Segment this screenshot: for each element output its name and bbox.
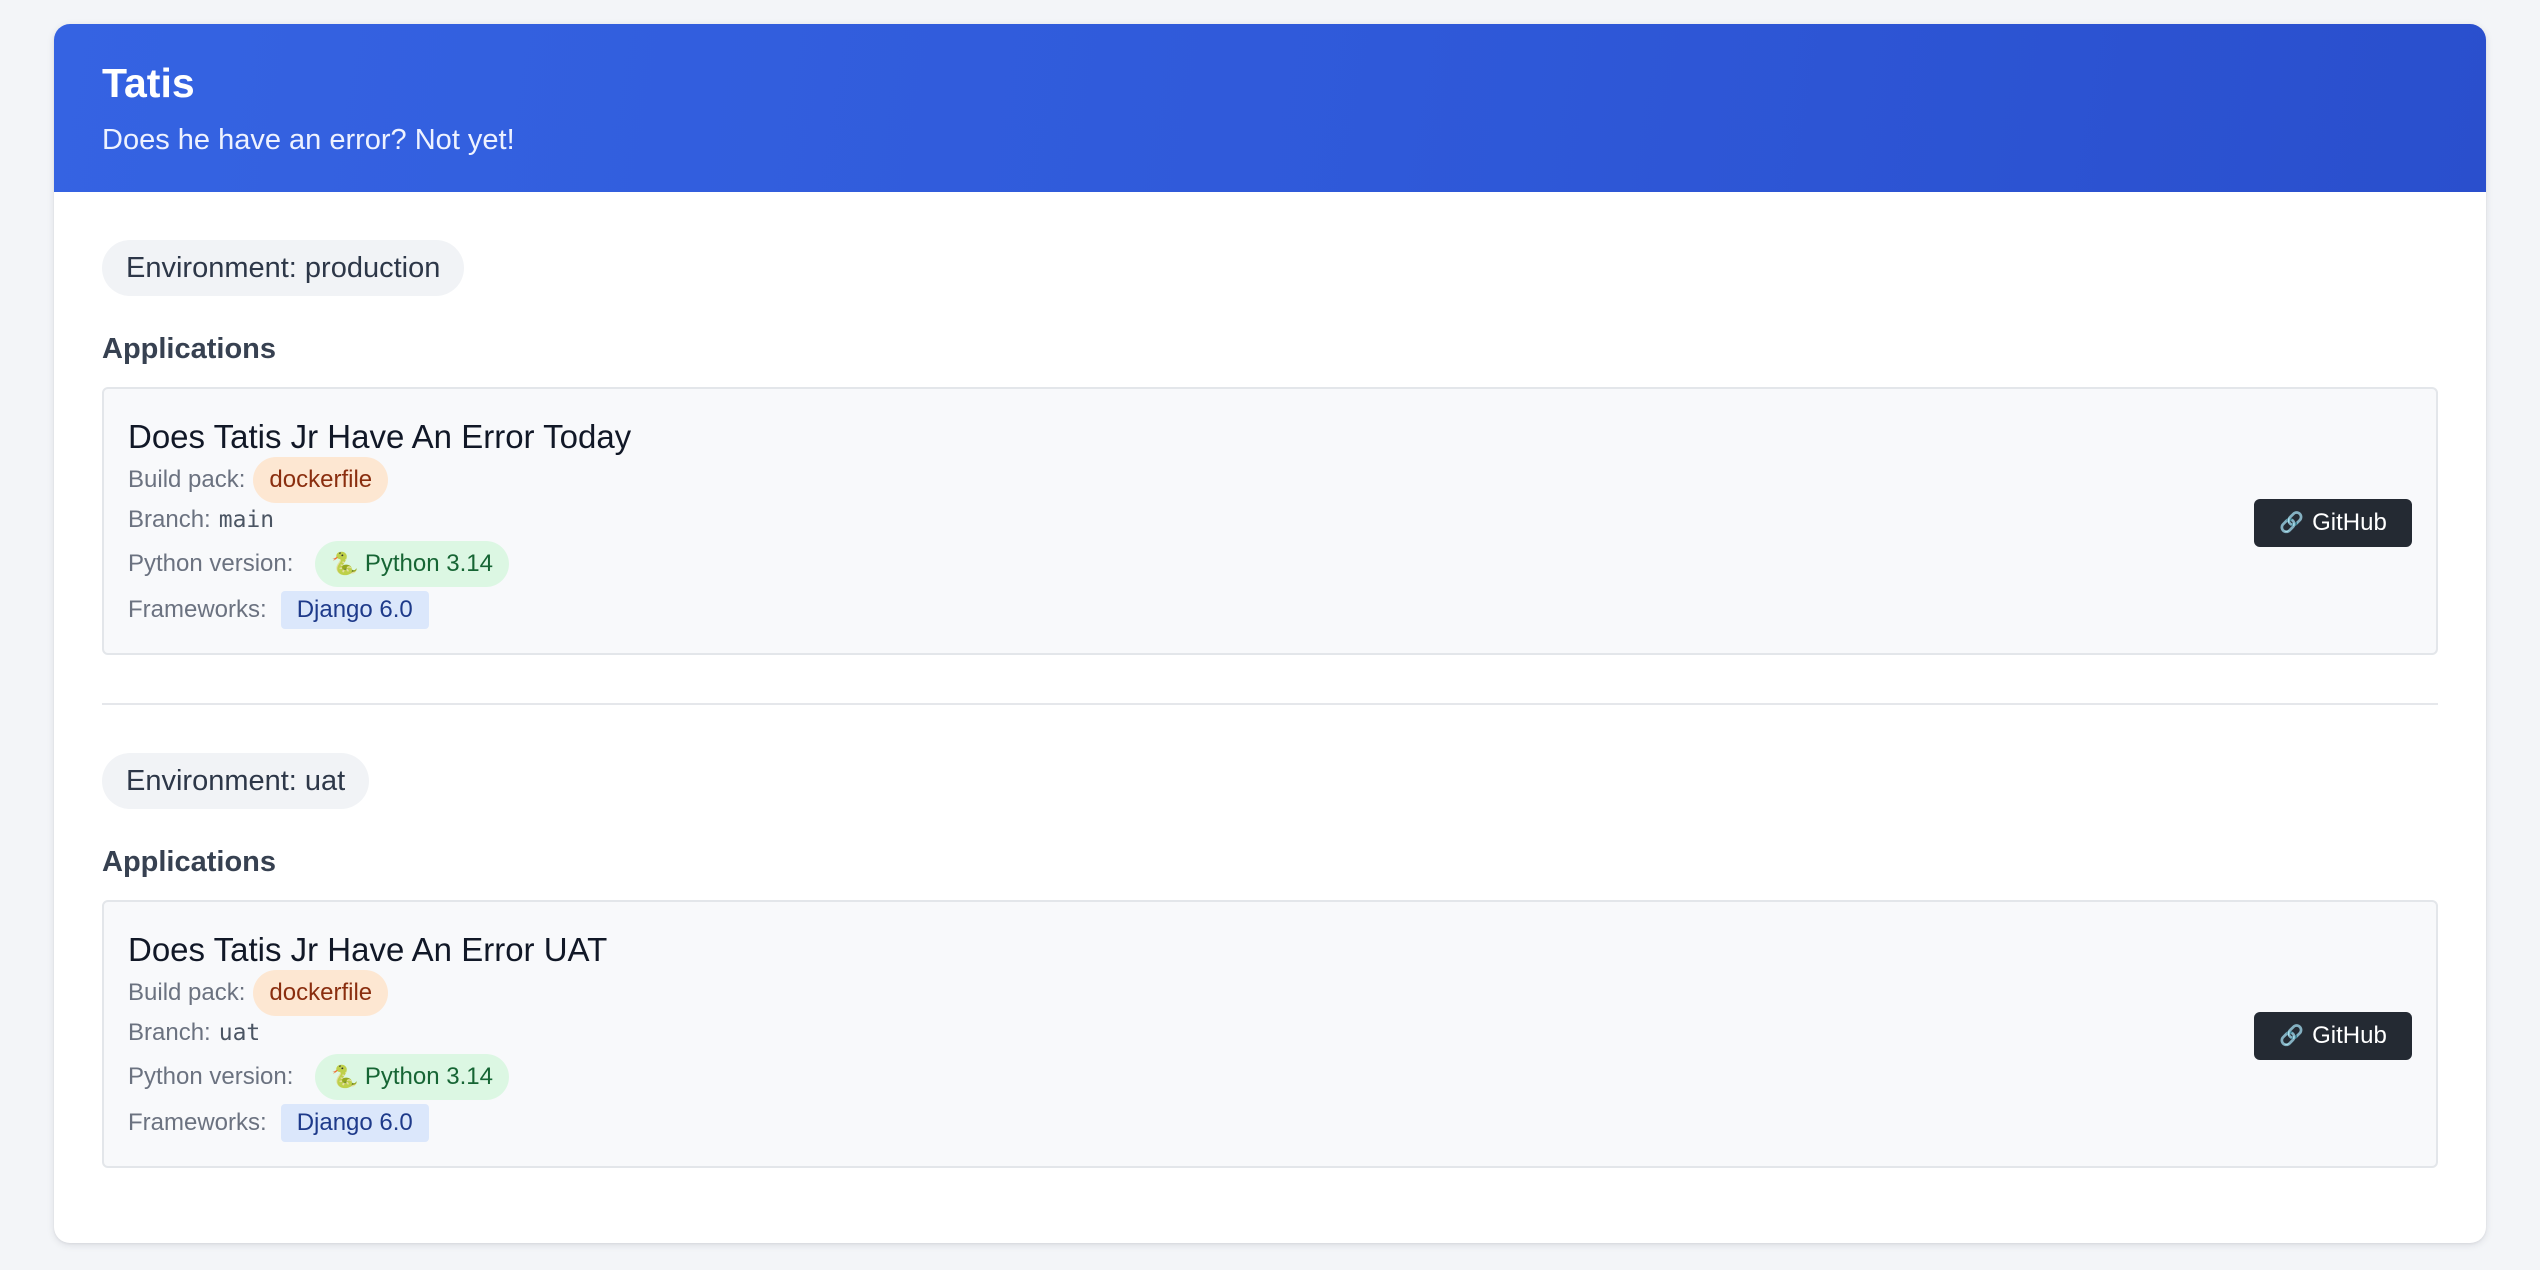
applications-heading: Applications [102,333,277,365]
python-version-badge: 🐍 Python 3.14 [315,1054,509,1101]
application-name: Does Tatis Jr Have An Error Today [128,417,632,455]
branch-value: main [218,507,275,534]
build-pack-label: Build pack: [128,979,246,1007]
python-version-row: Python version: 🐍 Python 3.14 [128,1054,2412,1101]
environment-badge: Environment: uat [102,752,370,809]
page-header: Tatis Does he have an error? Not yet! [54,24,2486,192]
link-icon: 🔗 [2279,512,2305,535]
snake-icon: 🐍 [331,551,359,577]
build-pack-row: Build pack: dockerfile [128,970,2412,1017]
build-pack-label: Build pack: [128,466,246,494]
python-version-value: Python 3.14 [364,550,493,578]
framework-badge: Django 6.0 [280,1104,429,1143]
section-divider [102,702,2438,705]
page-subtitle: Does he have an error? Not yet! [102,124,515,157]
page-title: Tatis [102,60,195,106]
environment-section-production: Environment: production Applications Doe… [102,240,2438,655]
python-version-value: Python 3.14 [364,1063,493,1091]
github-button[interactable]: 🔗 GitHub [2254,498,2412,547]
framework-badge: Django 6.0 [280,591,429,630]
build-pack-badge: dockerfile [253,970,389,1017]
python-version-label: Python version: [128,550,294,578]
branch-row: Branch: uat [128,1013,2412,1053]
application-card: Does Tatis Jr Have An Error Today Build … [102,386,2438,655]
github-button[interactable]: 🔗 GitHub [2254,1011,2412,1060]
application-name: Does Tatis Jr Have An Error UAT [128,930,608,968]
application-card: Does Tatis Jr Have An Error UAT Build pa… [102,899,2438,1168]
frameworks-row: Frameworks: Django 6.0 [128,588,2412,632]
branch-label: Branch: [128,1019,211,1047]
branch-value: uat [218,1020,261,1047]
frameworks-label: Frameworks: [128,596,267,624]
environment-section-uat: Environment: uat Applications Does Tatis… [102,752,2438,1168]
python-version-row: Python version: 🐍 Python 3.14 [128,541,2412,588]
environment-badge: Environment: production [102,240,465,296]
python-version-label: Python version: [128,1063,294,1091]
build-pack-badge: dockerfile [253,457,389,504]
python-version-badge: 🐍 Python 3.14 [315,541,509,588]
link-icon: 🔗 [2279,1025,2305,1048]
branch-label: Branch: [128,506,211,534]
applications-heading: Applications [102,845,277,878]
build-pack-row: Build pack: dockerfile [128,457,2412,504]
card-body: Environment: production Applications Doe… [54,192,2486,1168]
branch-row: Branch: main [128,500,2412,540]
github-button-label: GitHub [2312,1021,2387,1049]
github-button-label: GitHub [2312,508,2387,536]
environments-card: Tatis Does he have an error? Not yet! En… [54,24,2486,1243]
frameworks-label: Frameworks: [128,1109,267,1137]
frameworks-row: Frameworks: Django 6.0 [128,1101,2412,1145]
snake-icon: 🐍 [331,1064,359,1090]
